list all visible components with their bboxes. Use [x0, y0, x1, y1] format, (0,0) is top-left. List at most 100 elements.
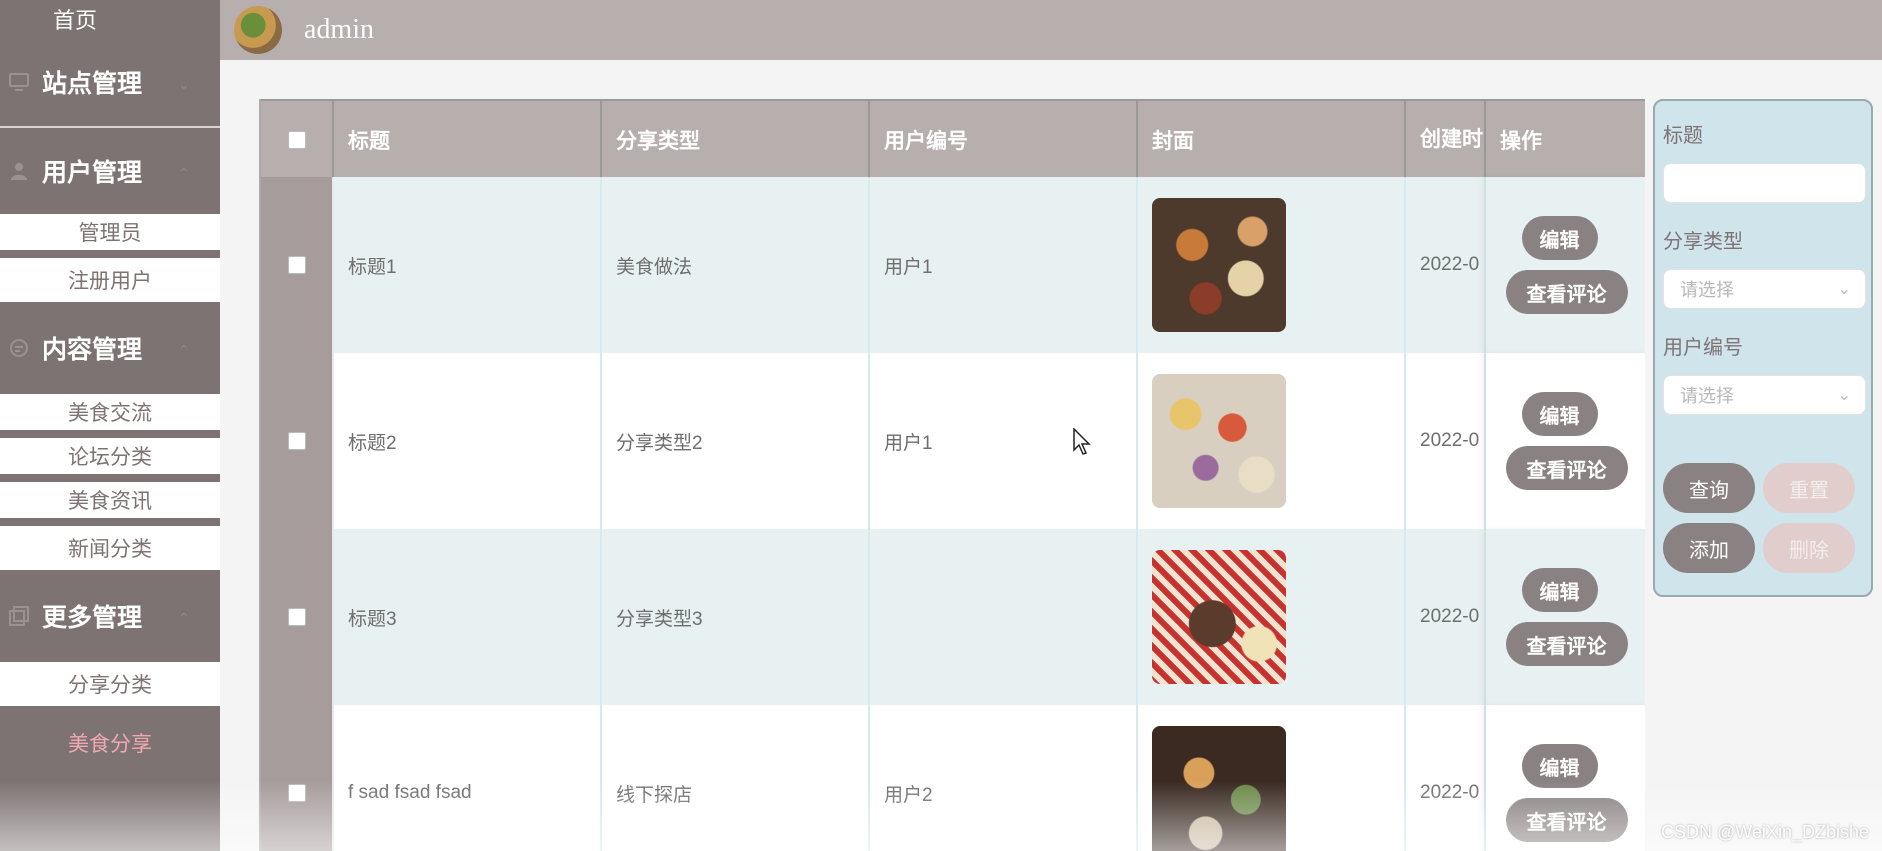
edit-button[interactable]: 编辑	[1521, 568, 1598, 612]
cell-actions: 编辑 查看评论	[1486, 705, 1645, 851]
table-row: f sad fsad fsad 线下探店 用户2 2022-0 编辑 查看评论	[261, 705, 1645, 851]
type-filter-select[interactable]: 请选择 ⌄	[1663, 269, 1866, 309]
table-row: 标题1 美食做法 用户1 2022-0 编辑 查看评论	[261, 177, 1645, 353]
user-filter-select[interactable]: 请选择 ⌄	[1663, 375, 1866, 415]
row-checkbox-cell	[261, 529, 334, 705]
search-actions: 查询 重置 添加 删除	[1663, 463, 1863, 573]
sidebar-item-admin[interactable]: 管理员	[0, 214, 220, 258]
add-button[interactable]: 添加	[1663, 523, 1755, 573]
column-header-created[interactable]: 创建时	[1406, 101, 1486, 179]
column-header-cover[interactable]: 封面	[1138, 101, 1406, 179]
cell-created: 2022-0	[1406, 353, 1486, 529]
type-filter-placeholder: 请选择	[1680, 280, 1734, 300]
sidebar-group-users[interactable]: 用户管理 ⌃	[0, 128, 220, 214]
food-image-2[interactable]	[1152, 374, 1286, 508]
sidebar-item-forum-category[interactable]: 论坛分类	[0, 438, 220, 482]
reset-button[interactable]: 重置	[1763, 463, 1855, 513]
watermark: CSDN @WeiXin_DZbishe	[1660, 822, 1869, 842]
row-checkbox[interactable]	[287, 608, 306, 626]
cell-actions: 编辑 查看评论	[1486, 529, 1645, 705]
cell-user	[870, 529, 1138, 705]
chevron-down-icon: ⌄	[1837, 281, 1851, 298]
select-all-cell	[261, 101, 334, 179]
data-table: 标题 分享类型 用户编号 封面 创建时 操作 标题1 美食做法 用户1 2022…	[259, 99, 1645, 851]
sidebar-item-registered-users[interactable]: 注册用户	[0, 258, 220, 302]
edit-button[interactable]: 编辑	[1521, 216, 1598, 260]
sidebar-group-more[interactable]: 更多管理 ⌃	[0, 570, 220, 662]
sidebar: 首页 站点管理 ⌄ 用户管理 ⌃ 管理员 注册用户 内容管理 ⌃ 美食交流 论坛…	[0, 0, 220, 851]
cell-cover	[1138, 353, 1406, 529]
cell-type: 分享类型2	[602, 353, 870, 529]
sidebar-item-food-news[interactable]: 美食资讯	[0, 482, 220, 526]
food-image-1[interactable]	[1152, 198, 1286, 332]
sidebar-group-label: 用户管理	[42, 159, 143, 187]
chevron-up-icon: ⌃	[178, 342, 190, 358]
sidebar-group-label: 更多管理	[42, 604, 143, 632]
cell-cover	[1138, 705, 1406, 851]
row-checkbox-cell	[261, 353, 334, 529]
cell-created: 2022-0	[1406, 529, 1486, 705]
sidebar-group-site[interactable]: 站点管理 ⌄	[0, 38, 220, 128]
view-comments-button[interactable]: 查看评论	[1505, 798, 1628, 842]
cell-actions: 编辑 查看评论	[1486, 353, 1645, 529]
monitor-icon	[8, 71, 30, 93]
copy-icon	[8, 605, 30, 627]
username: admin	[304, 14, 374, 45]
column-header-title[interactable]: 标题	[334, 101, 602, 179]
cell-actions: 编辑 查看评论	[1486, 177, 1645, 353]
chevron-down-icon: ⌄	[1837, 387, 1851, 404]
column-header-actions: 操作	[1500, 130, 1542, 153]
row-checkbox[interactable]	[287, 256, 306, 274]
top-bar: admin	[220, 0, 1882, 60]
avatar[interactable]	[234, 6, 282, 54]
edit-button[interactable]: 编辑	[1521, 744, 1598, 788]
sidebar-item-food-exchange[interactable]: 美食交流	[0, 394, 220, 438]
cell-title: 标题3	[334, 529, 602, 705]
sidebar-group-content[interactable]: 内容管理 ⌃	[0, 302, 220, 394]
title-filter-input[interactable]	[1663, 163, 1866, 203]
sidebar-group-label: 站点管理	[42, 70, 143, 98]
cell-created: 2022-0	[1406, 177, 1486, 353]
sidebar-item-home[interactable]: 首页	[0, 0, 220, 38]
table-row: 标题3 分享类型3 2022-0 编辑 查看评论	[261, 529, 1645, 705]
table-header: 标题 分享类型 用户编号 封面 创建时 操作	[261, 99, 1645, 179]
food-image-4[interactable]	[1152, 726, 1286, 851]
chevron-up-icon: ⌃	[178, 610, 190, 626]
sidebar-item-food-share[interactable]: 美食分享	[0, 706, 220, 780]
cell-type: 美食做法	[602, 177, 870, 353]
column-header-type[interactable]: 分享类型	[602, 101, 870, 179]
row-checkbox-cell	[261, 177, 334, 353]
cell-type: 线下探店	[602, 705, 870, 851]
search-panel: 标题 分享类型 请选择 ⌄ 用户编号 请选择 ⌄ 查询 重置 添加 删除	[1653, 99, 1873, 597]
edit-button[interactable]: 编辑	[1521, 392, 1598, 436]
cell-cover	[1138, 529, 1406, 705]
cell-user: 用户1	[870, 353, 1138, 529]
food-image-3[interactable]	[1152, 550, 1286, 684]
chat-icon	[8, 337, 30, 359]
user-filter-placeholder: 请选择	[1680, 386, 1734, 406]
view-comments-button[interactable]: 查看评论	[1505, 446, 1628, 490]
sidebar-item-news-category[interactable]: 新闻分类	[0, 526, 220, 570]
row-checkbox[interactable]	[287, 432, 306, 450]
cell-title: 标题2	[334, 353, 602, 529]
column-header-user[interactable]: 用户编号	[870, 101, 1138, 179]
cell-user: 用户2	[870, 705, 1138, 851]
title-filter-label: 标题	[1663, 125, 1703, 147]
cell-title: f sad fsad fsad	[334, 705, 602, 851]
view-comments-button[interactable]: 查看评论	[1505, 270, 1628, 314]
type-filter-label: 分享类型	[1663, 231, 1743, 253]
view-comments-button[interactable]: 查看评论	[1505, 622, 1628, 666]
row-checkbox[interactable]	[287, 784, 306, 802]
cell-created: 2022-0	[1406, 705, 1486, 851]
cell-user: 用户1	[870, 177, 1138, 353]
table-row: 标题2 分享类型2 用户1 2022-0 编辑 查看评论	[261, 353, 1645, 529]
query-button[interactable]: 查询	[1663, 463, 1755, 513]
sidebar-item-share-category[interactable]: 分享分类	[0, 662, 220, 706]
delete-button[interactable]: 删除	[1763, 523, 1855, 573]
sidebar-group-label: 内容管理	[42, 336, 143, 364]
select-all-checkbox[interactable]	[287, 131, 306, 149]
chevron-down-icon: ⌄	[178, 76, 190, 92]
chevron-up-icon: ⌃	[178, 165, 190, 181]
cell-cover	[1138, 177, 1406, 353]
cell-title: 标题1	[334, 177, 602, 353]
